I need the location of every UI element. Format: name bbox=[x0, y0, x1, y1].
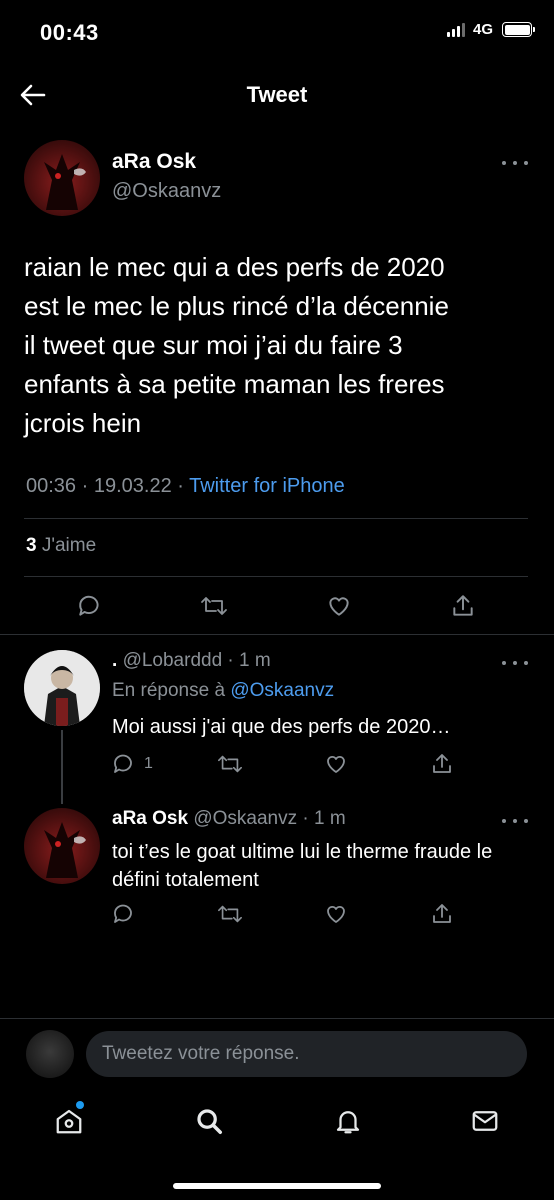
share-icon bbox=[433, 754, 451, 773]
tweet-line: jcrois hein bbox=[24, 408, 142, 438]
comment-icon bbox=[114, 754, 132, 773]
separator: · bbox=[222, 650, 240, 671]
reply-line: toi t’es le goat ultime lui le therme fr… bbox=[112, 841, 493, 863]
reply-prefix: En réponse à bbox=[112, 680, 226, 701]
tweet-line: il tweet que sur moi j’ai du faire 3 bbox=[24, 330, 403, 360]
tweet-line: enfants à sa petite maman les freres bbox=[24, 369, 445, 399]
divider bbox=[24, 518, 528, 519]
home-indicator[interactable] bbox=[173, 1183, 381, 1189]
nav-notifications[interactable] bbox=[328, 1101, 368, 1141]
likes-summary[interactable]: 3 J'aime bbox=[26, 535, 96, 557]
reply-button[interactable]: 1 bbox=[112, 752, 153, 776]
reply-author-name[interactable]: aRa Osk bbox=[112, 808, 188, 829]
more-horizontal-icon bbox=[502, 661, 506, 665]
reply-line: défini totalement bbox=[112, 869, 259, 891]
author-handle[interactable]: @Oskaanvz bbox=[112, 180, 221, 203]
status-time: 00:43 bbox=[40, 20, 99, 45]
tweet-source[interactable]: Twitter for iPhone bbox=[189, 475, 345, 497]
retweet-button[interactable] bbox=[217, 752, 243, 776]
like-button[interactable] bbox=[324, 902, 348, 926]
status-indicators: 4G bbox=[446, 21, 535, 38]
share-icon bbox=[453, 595, 473, 616]
reply-count: 1 bbox=[144, 755, 153, 772]
comment-icon bbox=[79, 595, 99, 616]
home-icon bbox=[56, 1109, 82, 1134]
more-horizontal-icon bbox=[502, 161, 506, 165]
nav-messages[interactable] bbox=[465, 1101, 505, 1141]
avatar-art bbox=[44, 154, 86, 210]
avatar-art bbox=[24, 650, 100, 726]
reply-author-name[interactable]: . bbox=[112, 650, 117, 671]
likes-count: 3 bbox=[26, 535, 37, 556]
reply-age: 1 m bbox=[239, 650, 271, 671]
author-name[interactable]: aRa Osk bbox=[112, 150, 196, 174]
reply-input-placeholder: Tweetez votre réponse. bbox=[102, 1043, 300, 1064]
page-title: Tweet bbox=[246, 82, 308, 107]
heart-icon bbox=[329, 597, 349, 616]
divider bbox=[24, 576, 528, 577]
tweet-meta: 00:36 · 19.03.22 · Twitter for iPhone bbox=[26, 475, 345, 497]
tweet-date: 19.03.22 bbox=[93, 475, 172, 497]
network-label: 4G bbox=[472, 21, 493, 38]
reply-button[interactable] bbox=[77, 593, 103, 619]
nav-search[interactable] bbox=[189, 1101, 229, 1141]
search-icon bbox=[197, 1109, 222, 1134]
reply-input[interactable]: Tweetez votre réponse. bbox=[86, 1031, 527, 1077]
share-button[interactable] bbox=[430, 752, 454, 776]
tweet-line: est le mec le plus rincé d’la décennie bbox=[24, 291, 449, 321]
mail-icon bbox=[472, 1111, 498, 1131]
retweet-icon bbox=[218, 905, 242, 923]
avatar-art bbox=[44, 822, 86, 878]
more-horizontal-icon bbox=[502, 819, 506, 823]
reply-header: aRa Osk @Oskaanvz · 1 m bbox=[112, 808, 346, 830]
reply-handle[interactable]: @Oskaanvz bbox=[193, 808, 297, 829]
tweet-line: raian le mec qui a des perfs de 2020 bbox=[24, 252, 445, 282]
separator: · bbox=[297, 808, 314, 829]
heart-icon bbox=[327, 755, 345, 773]
retweet-icon bbox=[201, 597, 227, 615]
notification-dot bbox=[76, 1101, 84, 1109]
tweet-time: 00:36 bbox=[26, 475, 77, 497]
retweet-button[interactable] bbox=[200, 593, 228, 619]
avatar[interactable] bbox=[24, 650, 100, 726]
reply-age: 1 m bbox=[314, 808, 346, 829]
battery-icon bbox=[502, 22, 535, 37]
tweet-text: raian le mec qui a des perfs de 2020 est… bbox=[24, 248, 534, 443]
retweet-icon bbox=[218, 755, 242, 773]
reply-handle[interactable]: @Lobarddd bbox=[123, 650, 223, 671]
signal-icon bbox=[446, 22, 465, 37]
thread-line bbox=[61, 730, 63, 804]
share-icon bbox=[433, 904, 451, 923]
replying-to: En réponse à @Oskaanvz bbox=[112, 680, 334, 702]
like-button[interactable] bbox=[326, 593, 352, 619]
more-button[interactable] bbox=[502, 657, 528, 669]
like-button[interactable] bbox=[324, 752, 348, 776]
share-button[interactable] bbox=[430, 902, 454, 926]
reply-header: . @Lobarddd · 1 m bbox=[112, 650, 271, 672]
reply-to-handle[interactable]: @Oskaanvz bbox=[230, 680, 334, 701]
bell-icon bbox=[336, 1111, 360, 1134]
avatar[interactable] bbox=[24, 140, 100, 216]
more-button[interactable] bbox=[502, 815, 528, 827]
reply-text: Moi aussi j'ai que des perfs de 2020… bbox=[112, 716, 451, 738]
divider bbox=[0, 634, 554, 635]
more-button[interactable] bbox=[502, 157, 528, 169]
divider bbox=[0, 1018, 554, 1019]
share-button[interactable] bbox=[450, 593, 476, 619]
composer-avatar bbox=[26, 1030, 74, 1078]
heart-icon bbox=[327, 905, 345, 923]
avatar[interactable] bbox=[24, 808, 100, 884]
likes-label: J'aime bbox=[41, 535, 97, 556]
comment-icon bbox=[114, 904, 132, 923]
retweet-button[interactable] bbox=[217, 902, 243, 926]
reply-text: toi t’es le goat ultime lui le therme fr… bbox=[112, 838, 532, 894]
reply-button[interactable] bbox=[112, 902, 136, 926]
